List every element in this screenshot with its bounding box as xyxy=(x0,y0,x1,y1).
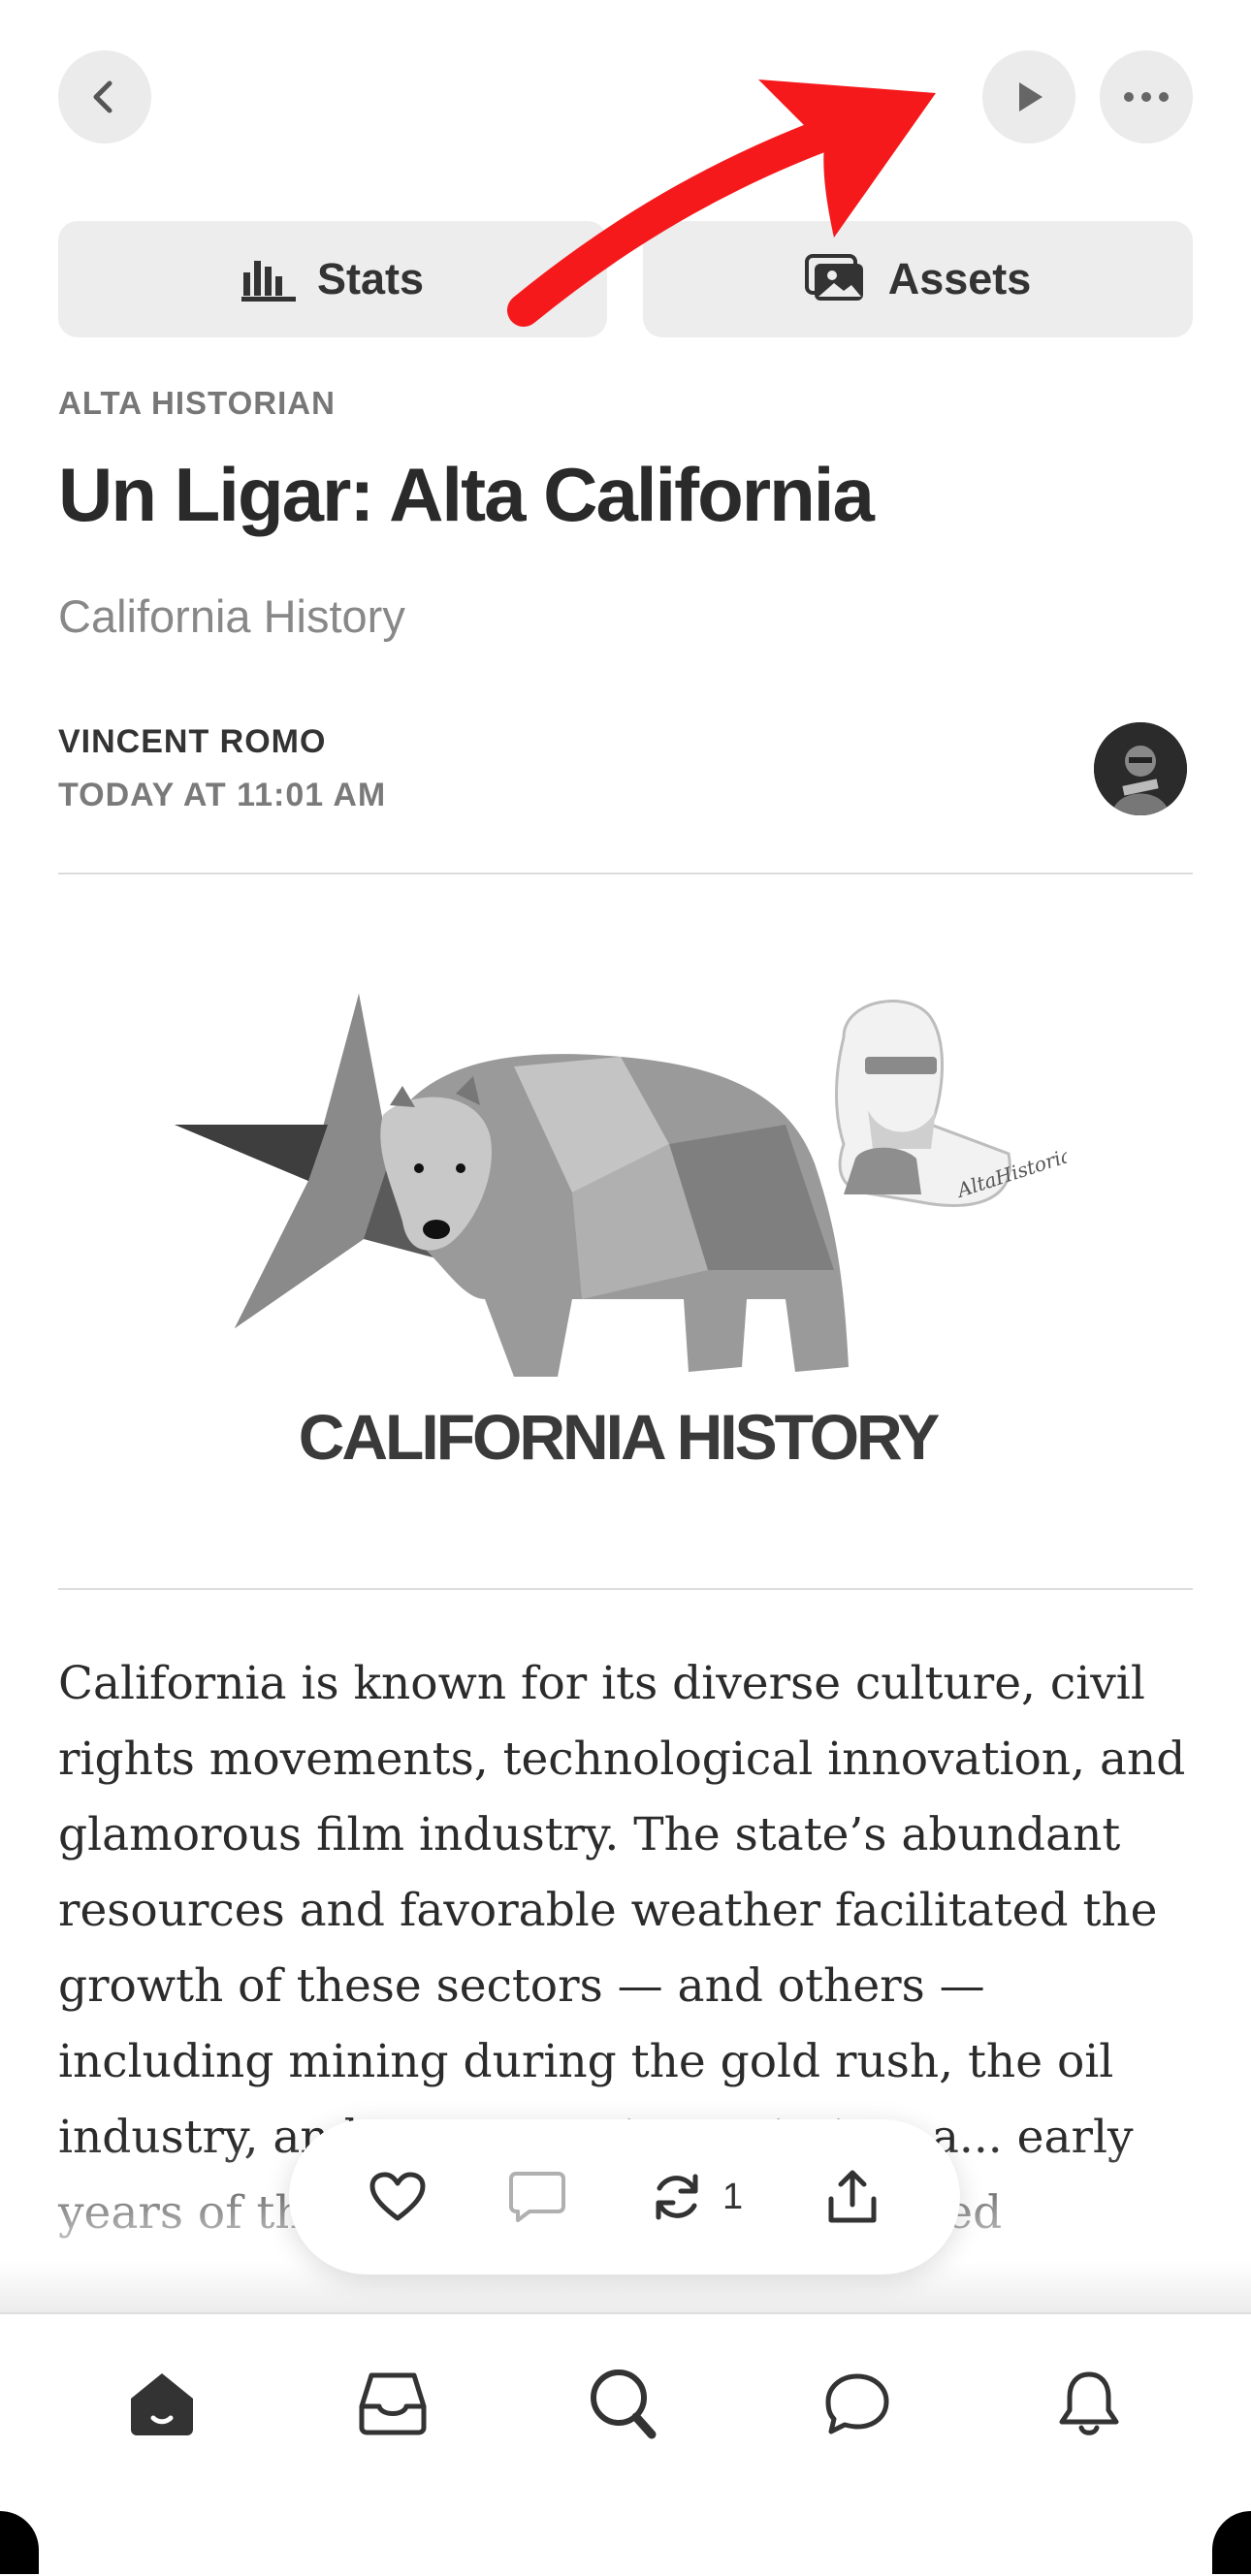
more-button[interactable] xyxy=(1100,50,1193,143)
tab-home[interactable] xyxy=(123,2365,201,2442)
hero-caption: CALIFORNIA HISTORY xyxy=(299,1401,940,1473)
bell-icon xyxy=(1059,2371,1119,2435)
post-date: TODAY AT 11:01 AM xyxy=(58,777,387,813)
post-actions-bar: 1 xyxy=(289,2119,960,2274)
comment-icon xyxy=(508,2172,565,2222)
hero-image[interactable]: CALIFORNIA HISTORY AltaHistorian xyxy=(165,979,1087,1493)
tab-inbox[interactable] xyxy=(354,2365,432,2442)
share-icon xyxy=(828,2170,877,2223)
heart-icon xyxy=(369,2172,426,2221)
inbox-icon xyxy=(359,2372,427,2435)
post-subtitle: California History xyxy=(58,590,405,642)
tab-chat[interactable] xyxy=(818,2365,896,2442)
tab-search[interactable] xyxy=(586,2365,663,2442)
chat-icon xyxy=(825,2373,889,2434)
author-avatar[interactable] xyxy=(1094,722,1187,815)
tab-notifications[interactable] xyxy=(1050,2365,1128,2442)
restack-icon xyxy=(656,2174,698,2220)
play-audio-button[interactable] xyxy=(982,50,1075,143)
photos-icon xyxy=(804,254,863,301)
post-title: Un Ligar: Alta California xyxy=(58,452,875,537)
publication-name[interactable]: ALTA HISTORIAN xyxy=(58,385,336,422)
author-name[interactable]: VINCENT ROMO xyxy=(58,723,326,761)
chevron-left-icon xyxy=(93,80,112,113)
assets-label: Assets xyxy=(887,254,1032,303)
assets-button[interactable]: Assets xyxy=(643,221,1193,337)
stats-button[interactable]: Stats xyxy=(58,221,607,337)
restack-button[interactable]: 1 xyxy=(649,2169,743,2225)
search-icon xyxy=(591,2369,657,2439)
bar-chart-icon xyxy=(241,261,296,302)
alta-historian-badge: AltaHistorian xyxy=(835,1000,1087,1207)
tab-bar xyxy=(0,2312,1251,2576)
restack-count: 1 xyxy=(722,2176,744,2217)
stats-label: Stats xyxy=(316,254,425,303)
play-icon xyxy=(1019,82,1042,111)
comment-button[interactable] xyxy=(508,2170,566,2224)
share-button[interactable] xyxy=(825,2168,880,2226)
divider xyxy=(58,873,1193,875)
more-icon xyxy=(1124,92,1169,102)
divider xyxy=(58,1588,1193,1590)
home-icon xyxy=(131,2373,193,2435)
back-button[interactable] xyxy=(58,50,151,143)
like-button[interactable] xyxy=(369,2172,426,2222)
